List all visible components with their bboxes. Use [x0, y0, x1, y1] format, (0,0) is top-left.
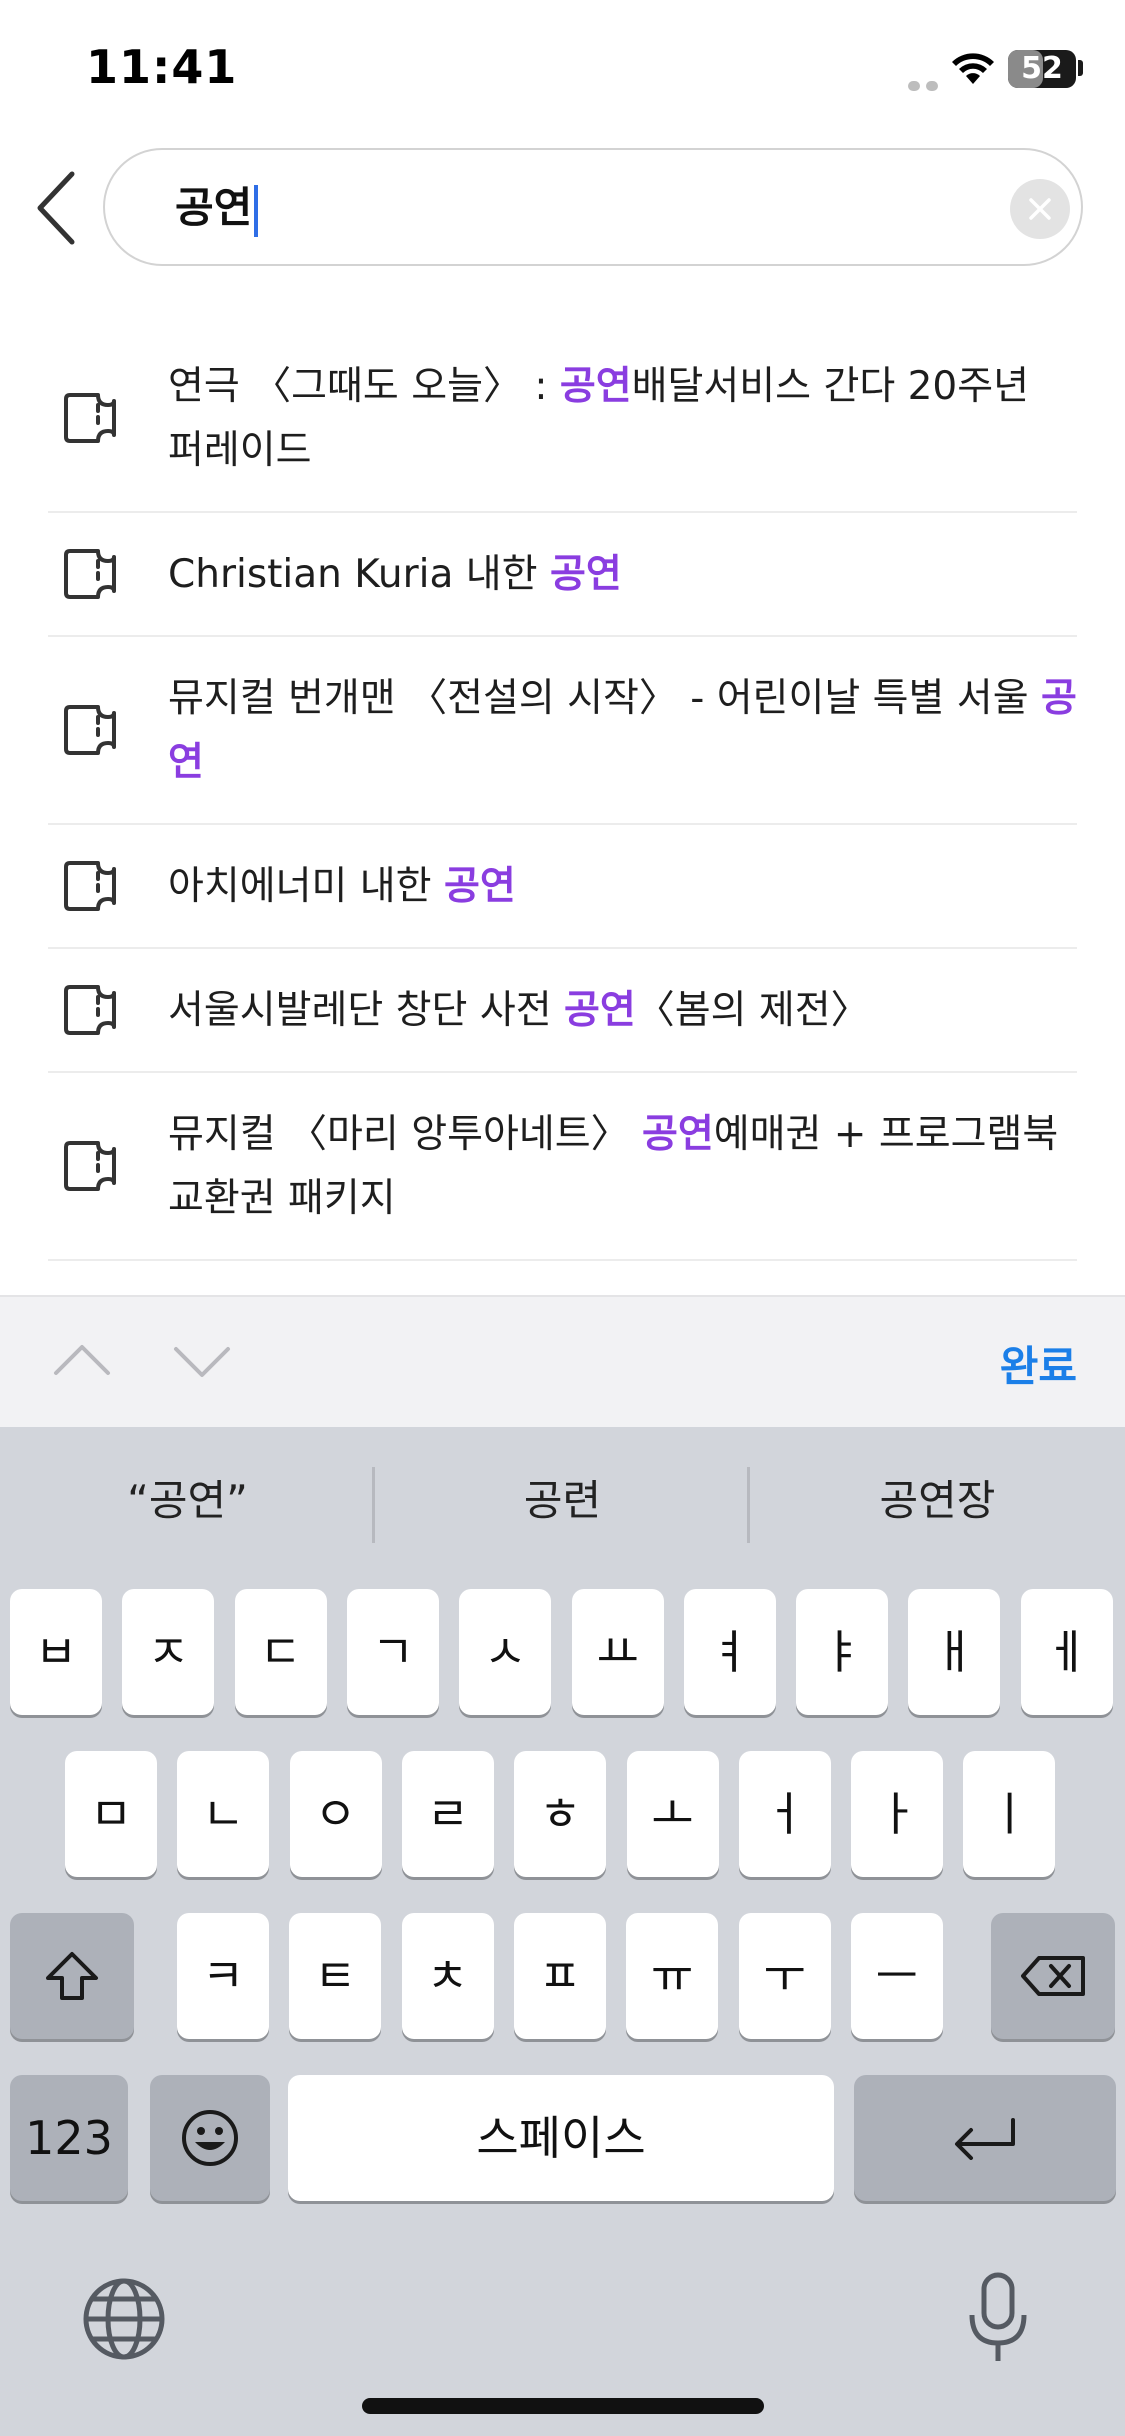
- result-highlight: 공연: [564, 988, 636, 1033]
- suggestion-item[interactable]: 공연장: [750, 1467, 1125, 1528]
- result-item[interactable]: 아치에너미 내한 공연: [48, 825, 1077, 949]
- key-ㄹ[interactable]: ㄹ: [401, 1751, 494, 1877]
- result-text-post: 〈봄의 제전〉: [635, 988, 870, 1033]
- back-button[interactable]: [28, 168, 84, 248]
- key-ㅌ[interactable]: ㅌ: [289, 1913, 382, 2039]
- suggestion-item[interactable]: “공연”: [0, 1467, 375, 1528]
- shift-icon: [46, 1952, 98, 2000]
- key-ㅇ[interactable]: ㅇ: [289, 1751, 382, 1877]
- key-ㅕ[interactable]: ㅕ: [683, 1589, 776, 1715]
- done-button[interactable]: 완료: [1000, 1333, 1077, 1394]
- result-highlight: 공연: [549, 552, 622, 597]
- key-ㅂ[interactable]: ㅂ: [10, 1589, 102, 1715]
- key-ㅋ[interactable]: ㅋ: [177, 1913, 269, 2039]
- close-icon: [1029, 198, 1051, 220]
- ticket-icon: [64, 393, 116, 443]
- key-ㅓ[interactable]: ㅓ: [738, 1751, 831, 1877]
- next-field-button[interactable]: [172, 1343, 232, 1383]
- key-ㅗ[interactable]: ㅗ: [626, 1751, 719, 1877]
- result-highlight: 공연: [642, 1112, 714, 1157]
- cellular-icon: [908, 76, 944, 95]
- return-icon: [955, 2118, 1015, 2160]
- result-text-pre: 아치에너미 내한: [168, 864, 444, 909]
- result-text-pre: 연극 〈그때도 오늘〉 :: [168, 364, 560, 409]
- numbers-key[interactable]: 123: [10, 2075, 128, 2201]
- emoji-key[interactable]: [150, 2075, 270, 2201]
- key-ㅜ[interactable]: ㅜ: [738, 1913, 831, 2039]
- keyboard: “공연” 공련 공연장 123 스페이스 ㅂ ㅈ ㄷ ㄱ ㅅ ㅛ ㅕ ㅑ ㅐ ㅔ…: [0, 1427, 1125, 2436]
- clear-search-button[interactable]: [1010, 179, 1070, 239]
- key-ㅎ[interactable]: ㅎ: [514, 1751, 607, 1877]
- home-indicator: [362, 2398, 764, 2414]
- result-item[interactable]: 뮤지컬 〈마리 앙투아네트〉 공연예매권 + 프로그램북 교환권 패키지: [48, 1073, 1077, 1261]
- key-ㅏ[interactable]: ㅏ: [851, 1751, 944, 1877]
- result-text-pre: 서울시발레단 창단 사전: [168, 988, 564, 1033]
- ticket-icon: [64, 861, 116, 911]
- result-highlight: 공연: [559, 364, 632, 409]
- search-value: 공연: [175, 180, 259, 237]
- key-ㄱ[interactable]: ㄱ: [346, 1589, 439, 1715]
- search-text: 공연: [175, 183, 253, 232]
- keyboard-accessory-bar: 완료: [0, 1295, 1125, 1427]
- text-caret: [254, 184, 259, 237]
- status-time: 11:41: [86, 40, 238, 94]
- key-ㅡ[interactable]: ㅡ: [850, 1913, 943, 2039]
- battery-level: 52: [1021, 51, 1063, 86]
- globe-icon[interactable]: [82, 2277, 166, 2361]
- key-ㅠ[interactable]: ㅠ: [626, 1913, 719, 2039]
- backspace-icon: [1021, 1956, 1085, 1996]
- return-key[interactable]: [854, 2075, 1116, 2201]
- ticket-icon: [64, 985, 116, 1035]
- key-ㅔ[interactable]: ㅔ: [1020, 1589, 1113, 1715]
- key-ㅛ[interactable]: ㅛ: [571, 1589, 664, 1715]
- key-ㅁ[interactable]: ㅁ: [65, 1751, 157, 1877]
- ticket-icon: [64, 705, 116, 755]
- key-ㅑ[interactable]: ㅑ: [796, 1589, 889, 1715]
- microphone-icon[interactable]: [966, 2271, 1030, 2367]
- result-item[interactable]: 연극 〈그때도 오늘〉 : 공연배달서비스 간다 20주년 퍼레이드: [48, 325, 1077, 513]
- result-text-pre: Christian Kuria 내한: [168, 552, 550, 597]
- emoji-icon: [182, 2110, 238, 2166]
- key-ㅊ[interactable]: ㅊ: [401, 1913, 494, 2039]
- key-ㅈ[interactable]: ㅈ: [122, 1589, 215, 1715]
- key-ㅣ[interactable]: ㅣ: [963, 1751, 1056, 1877]
- suggestion-bar: “공연” 공련 공연장: [0, 1427, 1125, 1577]
- wifi-icon: [952, 53, 994, 84]
- battery-icon: 52: [1008, 50, 1076, 88]
- key-ㄴ[interactable]: ㄴ: [177, 1751, 270, 1877]
- backspace-key[interactable]: [991, 1913, 1115, 2039]
- result-title: 뮤지컬 〈마리 앙투아네트〉 공연예매권 + 프로그램북 교환권 패키지: [168, 1073, 1077, 1259]
- result-title: 뮤지컬 번개맨 〈전설의 시작〉 - 어린이날 특별 서울 공연: [168, 637, 1077, 823]
- previous-field-button[interactable]: [52, 1339, 112, 1379]
- result-text-pre: 뮤지컬 〈마리 앙투아네트〉: [168, 1112, 642, 1157]
- key-ㄷ[interactable]: ㄷ: [234, 1589, 327, 1715]
- result-item[interactable]: 뮤지컬 번개맨 〈전설의 시작〉 - 어린이날 특별 서울 공연: [48, 637, 1077, 825]
- ticket-icon: [64, 1141, 116, 1191]
- search-input[interactable]: 공연: [103, 148, 1083, 266]
- space-key[interactable]: 스페이스: [288, 2075, 834, 2201]
- key-ㅍ[interactable]: ㅍ: [513, 1913, 606, 2039]
- battery-cap: [1078, 60, 1083, 76]
- key-ㅅ[interactable]: ㅅ: [459, 1589, 552, 1715]
- status-bar: 11:41 52: [0, 0, 1125, 140]
- shift-key[interactable]: [10, 1913, 134, 2039]
- suggestion-item[interactable]: 공련: [375, 1467, 750, 1528]
- key-ㅐ[interactable]: ㅐ: [908, 1589, 1001, 1715]
- result-title: Christian Kuria 내한 공연: [168, 513, 1077, 635]
- result-text-pre: 뮤지컬 번개맨 〈전설의 시작〉 - 어린이날 특별 서울: [168, 676, 1041, 721]
- search-results-list: 연극 〈그때도 오늘〉 : 공연배달서비스 간다 20주년 퍼레이드 Christ…: [0, 325, 1125, 1295]
- result-highlight: 공연: [443, 864, 516, 909]
- ticket-icon: [64, 549, 116, 599]
- result-item[interactable]: Christian Kuria 내한 공연: [48, 513, 1077, 637]
- result-title: 서울시발레단 창단 사전 공연〈봄의 제전〉: [168, 949, 1077, 1071]
- result-title: 연극 〈그때도 오늘〉 : 공연배달서비스 간다 20주년 퍼레이드: [168, 325, 1077, 511]
- result-item[interactable]: 서울시발레단 창단 사전 공연〈봄의 제전〉: [48, 949, 1077, 1073]
- result-title: 아치에너미 내한 공연: [168, 825, 1077, 947]
